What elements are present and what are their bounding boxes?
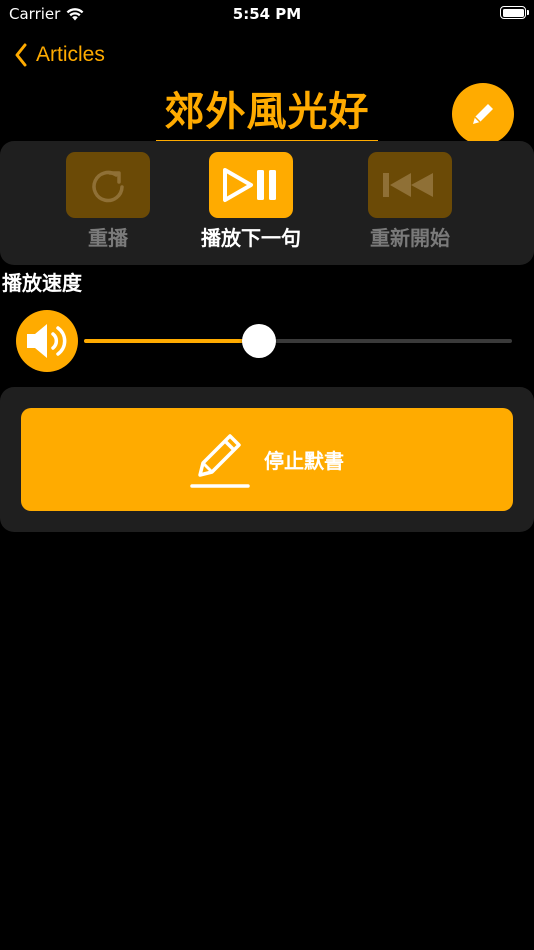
playback-panel: 重播 播放下一句 重新開始 <box>0 141 534 265</box>
status-time: 5:54 PM <box>232 5 302 23</box>
pencil-underline-icon <box>190 433 250 488</box>
replay-label: 重播 <box>88 226 128 250</box>
edit-button[interactable] <box>452 83 514 145</box>
speaker-icon <box>27 324 67 358</box>
restart-button-box <box>368 152 452 218</box>
replay-button[interactable]: 重播 <box>38 152 178 251</box>
stop-dictation-label: 停止默書 <box>264 449 344 473</box>
replay-icon <box>92 170 124 203</box>
back-label: Articles <box>36 43 105 66</box>
speed-label: 播放速度 <box>2 271 82 295</box>
speed-slider-fill <box>84 339 260 343</box>
rewind-icon <box>383 173 433 197</box>
play-next-button[interactable]: 播放下一句 <box>181 152 321 251</box>
page-title: 郊外風光好 <box>164 89 370 135</box>
play-pause-icon <box>223 168 276 202</box>
status-bar: Carrier 5:54 PM <box>0 0 534 30</box>
back-button[interactable]: Articles <box>14 40 105 70</box>
chevron-left-icon <box>15 43 27 67</box>
restart-button[interactable]: 重新開始 <box>340 152 480 251</box>
play-next-button-box <box>209 152 293 218</box>
play-next-label: 播放下一句 <box>201 226 301 250</box>
dictation-panel: 停止默書 <box>0 387 534 532</box>
speed-slider[interactable] <box>84 324 512 358</box>
battery-icon <box>500 6 529 19</box>
stop-dictation-button[interactable]: 停止默書 <box>21 408 513 511</box>
restart-label: 重新開始 <box>370 226 450 250</box>
speed-slider-thumb[interactable] <box>242 324 277 358</box>
volume-button[interactable] <box>16 310 78 372</box>
replay-button-box <box>66 152 150 218</box>
pencil-icon <box>473 104 493 124</box>
